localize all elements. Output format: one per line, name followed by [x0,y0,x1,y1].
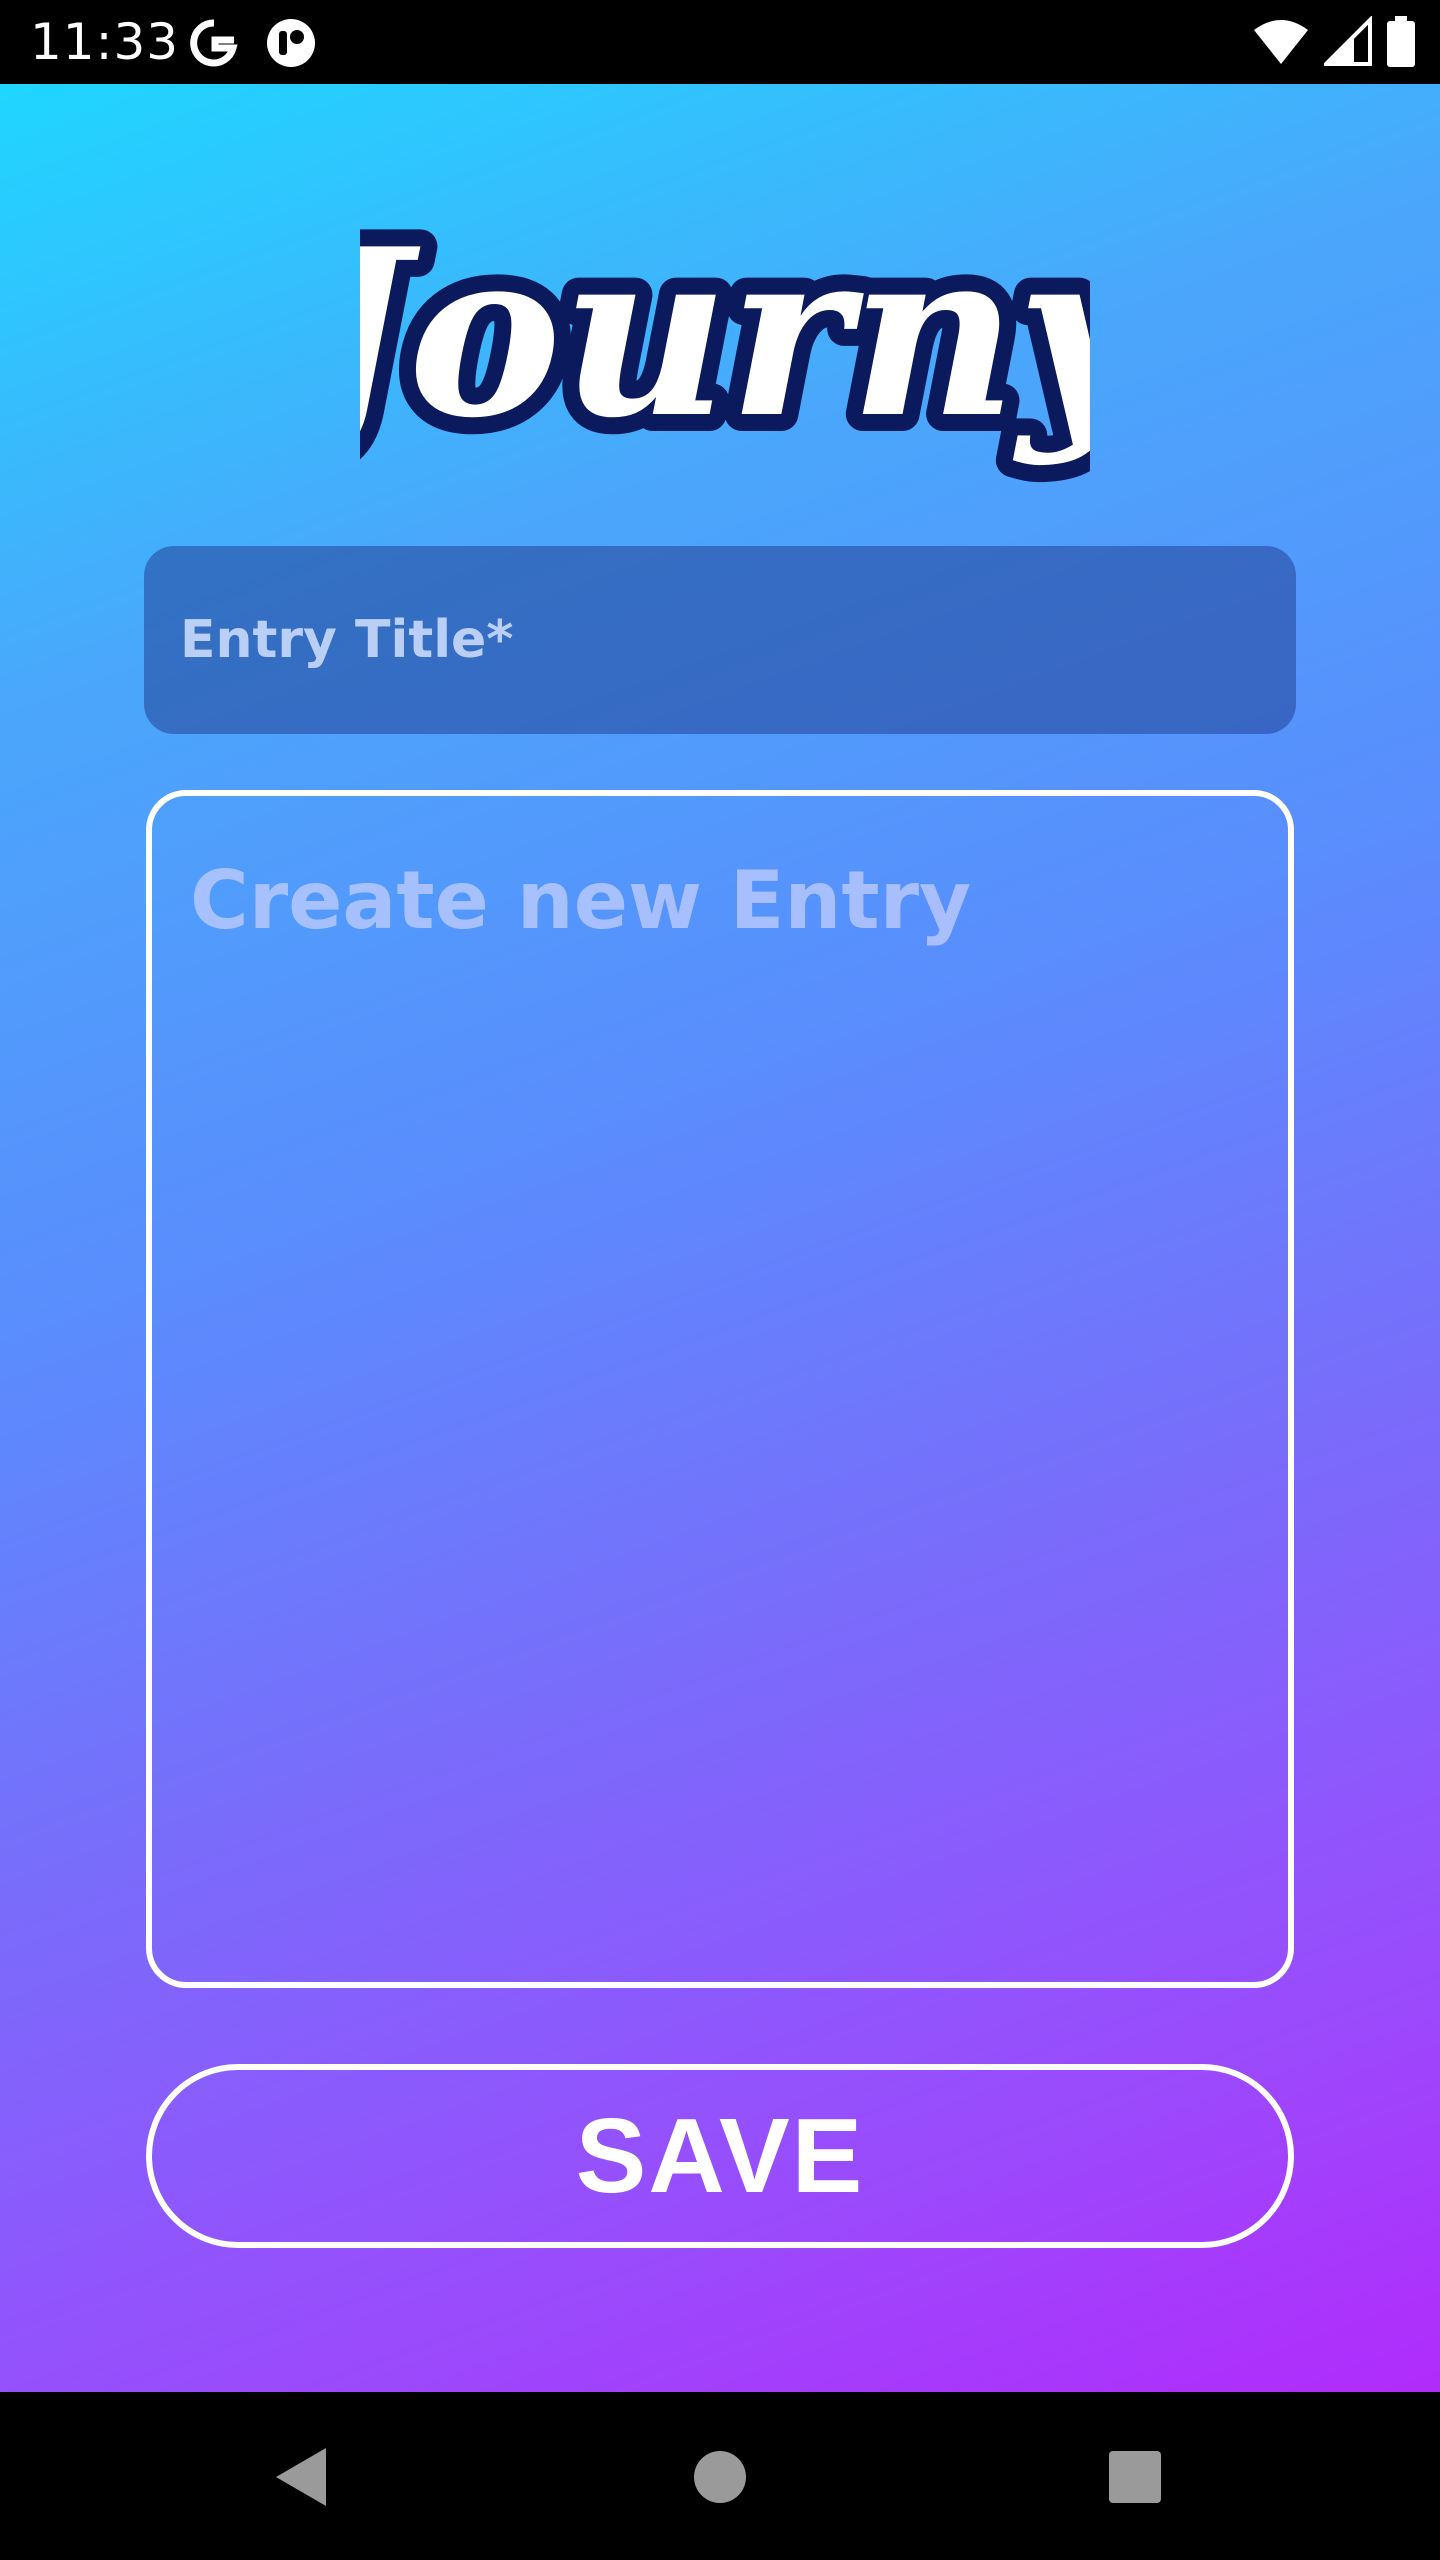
entry-body-textarea[interactable]: Create new Entry [146,790,1294,1988]
status-time: 11:33 [30,13,180,71]
entry-title-placeholder: Entry Title* [180,610,514,670]
navigation-bar [0,2392,1440,2560]
google-icon [190,19,238,67]
home-icon[interactable] [685,2442,755,2512]
battery-icon [1387,16,1415,67]
app-screen: Journy Journy Entry Title* Create new En… [0,84,1440,2392]
save-button[interactable]: SAVE [146,2064,1294,2248]
recents-icon[interactable] [1100,2442,1170,2512]
cell-signal-icon [1324,16,1372,66]
status-right-icons [1252,16,1416,68]
back-icon[interactable] [268,2442,338,2512]
status-bar: 11:33 [0,0,1440,84]
journy-logo: Journy Journy [360,184,1090,486]
entry-title-input[interactable]: Entry Title* [144,546,1296,734]
app-notification-icon [267,19,315,67]
wifi-icon [1254,20,1308,64]
logo-fill-text: Journy [360,199,1090,469]
entry-body-placeholder: Create new Entry [190,854,972,947]
